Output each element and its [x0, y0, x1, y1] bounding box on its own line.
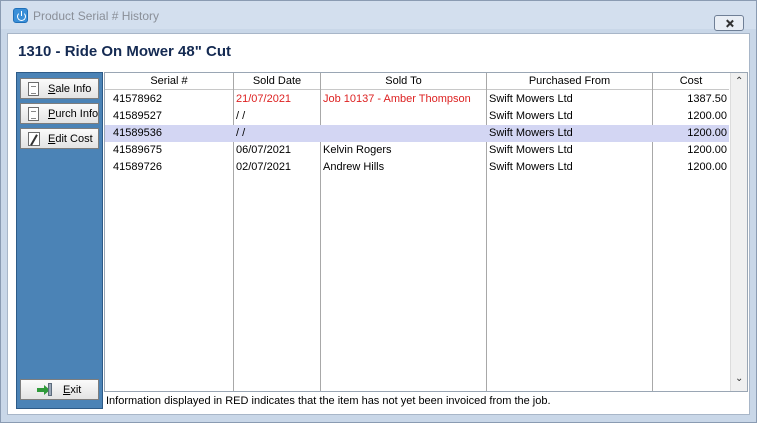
cell-sold-date: / / — [236, 127, 246, 139]
cell-cost: 1200.00 — [687, 144, 727, 156]
table-row-selected[interactable]: 41589536 / / Swift Mowers Ltd 1200.00 — [105, 125, 729, 142]
cell-serial: 41589527 — [113, 110, 162, 122]
table-row[interactable]: 41589527 / / Swift Mowers Ltd 1200.00 — [105, 108, 729, 125]
exit-label: Exit — [63, 384, 82, 396]
purch-info-label: Purch Info — [48, 108, 99, 120]
chevron-up-icon[interactable]: ⌃ — [735, 76, 743, 87]
cell-serial: 41589536 — [113, 127, 162, 139]
cell-serial: 41589726 — [113, 161, 162, 173]
product-title: 1310 - Ride On Mower 48" Cut — [18, 43, 231, 60]
exit-icon — [37, 383, 52, 396]
document-icon — [28, 107, 39, 121]
cell-cost: 1200.00 — [687, 127, 727, 139]
cell-purchased-from: Swift Mowers Ltd — [489, 93, 573, 105]
title-bar: Product Serial # History — [1, 1, 756, 31]
exit-button[interactable]: Exit — [20, 379, 99, 400]
power-icon — [13, 8, 28, 23]
cell-sold-date: 06/07/2021 — [236, 144, 292, 156]
purch-info-button[interactable]: Purch Info — [20, 103, 99, 124]
window-title: Product Serial # History — [33, 9, 160, 23]
cell-cost: 1200.00 — [687, 110, 727, 122]
vertical-scrollbar[interactable]: ⌃ ⌄ — [730, 73, 747, 391]
cell-sold-to: Kelvin Rogers — [323, 144, 392, 156]
cell-purchased-from: Swift Mowers Ltd — [489, 161, 573, 173]
cell-cost: 1200.00 — [687, 161, 727, 173]
cell-serial: 41578962 — [113, 93, 162, 105]
column-header-purchased-from[interactable]: Purchased From — [487, 75, 652, 87]
red-info-note: Information displayed in RED indicates t… — [106, 395, 551, 407]
edit-cost-button[interactable]: Edit Cost — [20, 128, 99, 149]
sale-info-button[interactable]: Sale Info — [20, 78, 99, 99]
product-serial-history-window: Product Serial # History 1310 - Ride On … — [0, 0, 757, 423]
cell-purchased-from: Swift Mowers Ltd — [489, 127, 573, 139]
document-icon — [28, 82, 39, 96]
table-row[interactable]: 41578962 21/07/2021 Job 10137 - Amber Th… — [105, 91, 729, 108]
action-sidebar: Sale Info Purch Info Edit Cost Exit — [16, 72, 103, 409]
exit-door — [48, 383, 52, 396]
cell-sold-date: 02/07/2021 — [236, 161, 292, 173]
cell-sold-to: Andrew Hills — [323, 161, 385, 173]
cell-serial: 41589675 — [113, 144, 162, 156]
table-row[interactable]: 41589726 02/07/2021 Andrew Hills Swift M… — [105, 159, 729, 176]
table-row[interactable]: 41589675 06/07/2021 Kelvin Rogers Swift … — [105, 142, 729, 159]
column-header-serial[interactable]: Serial # — [105, 75, 233, 87]
cell-cost: 1387.50 — [687, 93, 727, 105]
serial-history-table[interactable]: Serial # Sold Date Sold To Purchased Fro… — [104, 72, 748, 392]
sale-info-label: Sale Info — [48, 83, 92, 95]
column-header-sold-date[interactable]: Sold Date — [234, 75, 320, 87]
cell-purchased-from: Swift Mowers Ltd — [489, 144, 573, 156]
column-header-cost[interactable]: Cost — [653, 75, 729, 87]
close-button[interactable] — [714, 15, 744, 31]
column-header-sold-to[interactable]: Sold To — [321, 75, 486, 87]
cell-sold-to: Job 10137 - Amber Thompson — [323, 93, 471, 105]
chevron-down-icon[interactable]: ⌄ — [735, 373, 743, 384]
cell-sold-date: 21/07/2021 — [236, 93, 292, 105]
edit-cost-label: Edit Cost — [48, 133, 93, 145]
cell-purchased-from: Swift Mowers Ltd — [489, 110, 573, 122]
table-header: Serial # Sold Date Sold To Purchased Fro… — [105, 73, 729, 90]
dialog-body: 1310 - Ride On Mower 48" Cut Sale Info P… — [7, 33, 750, 415]
pencil-icon — [28, 132, 40, 146]
cell-sold-date: / / — [236, 110, 246, 122]
